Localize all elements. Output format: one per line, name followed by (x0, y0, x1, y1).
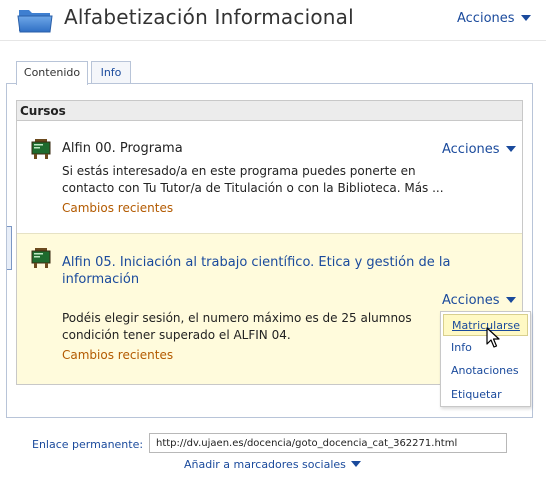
chevron-down-icon (520, 15, 531, 21)
header-divider (0, 40, 546, 41)
course-actions-label: Acciones (442, 142, 500, 157)
header-actions-label: Acciones (457, 11, 515, 26)
recent-changes-link[interactable]: Cambios recientes (62, 201, 173, 215)
side-toggle-handle[interactable] (7, 226, 12, 270)
course-actions-label: Acciones (442, 293, 500, 308)
chevron-down-icon (505, 297, 516, 303)
social-bookmarks-label: Añadir a marcadores sociales (184, 458, 346, 471)
folder-icon (17, 10, 53, 33)
permalink-label: Enlace permanente: (32, 438, 144, 451)
header-actions-button[interactable]: Acciones (457, 11, 531, 26)
menu-item-etiquetar[interactable]: Etiquetar (441, 384, 530, 406)
chevron-down-icon (505, 146, 516, 152)
tab-info[interactable]: Info (91, 61, 131, 84)
recent-changes-link[interactable]: Cambios recientes (62, 348, 173, 362)
mouse-cursor-icon (486, 327, 500, 348)
page-title: Alfabetización Informacional (64, 5, 354, 29)
permalink-field[interactable] (149, 433, 507, 453)
course-title[interactable]: Alfin 00. Programa (62, 140, 183, 157)
course-board-icon (31, 248, 51, 268)
course-description-line: condición tener superado el ALFIN 04. (62, 328, 291, 342)
actions-dropdown-menu: Matricularse Info Anotaciones Etiquetar (440, 311, 531, 407)
tab-contenido[interactable]: Contenido (16, 61, 88, 85)
cursos-heading: Cursos (17, 101, 522, 121)
menu-item-anotaciones[interactable]: Anotaciones (441, 360, 530, 382)
course-description-line: Podéis elegir sesión, el numero máximo e… (62, 311, 412, 325)
course-board-icon (31, 139, 51, 159)
chevron-down-icon (350, 461, 361, 467)
course-title-line[interactable]: Alfin 05. Iniciación al trabajo científi… (62, 254, 450, 271)
social-bookmarks-button[interactable]: Añadir a marcadores sociales (184, 458, 361, 471)
course-description-line: contacto con Tu Tutor/a de Titulación o … (62, 181, 444, 195)
course-description-line: Si estás interesado/a en este programa p… (62, 164, 416, 178)
page-header: Alfabetización Informacional Acciones (0, 0, 546, 40)
course-title-line[interactable]: información (62, 271, 139, 288)
course-actions-button[interactable]: Acciones (442, 142, 516, 157)
list-item: Alfin 00. Programa Acciones Si estás int… (17, 122, 522, 233)
course-actions-button[interactable]: Acciones (442, 293, 516, 308)
